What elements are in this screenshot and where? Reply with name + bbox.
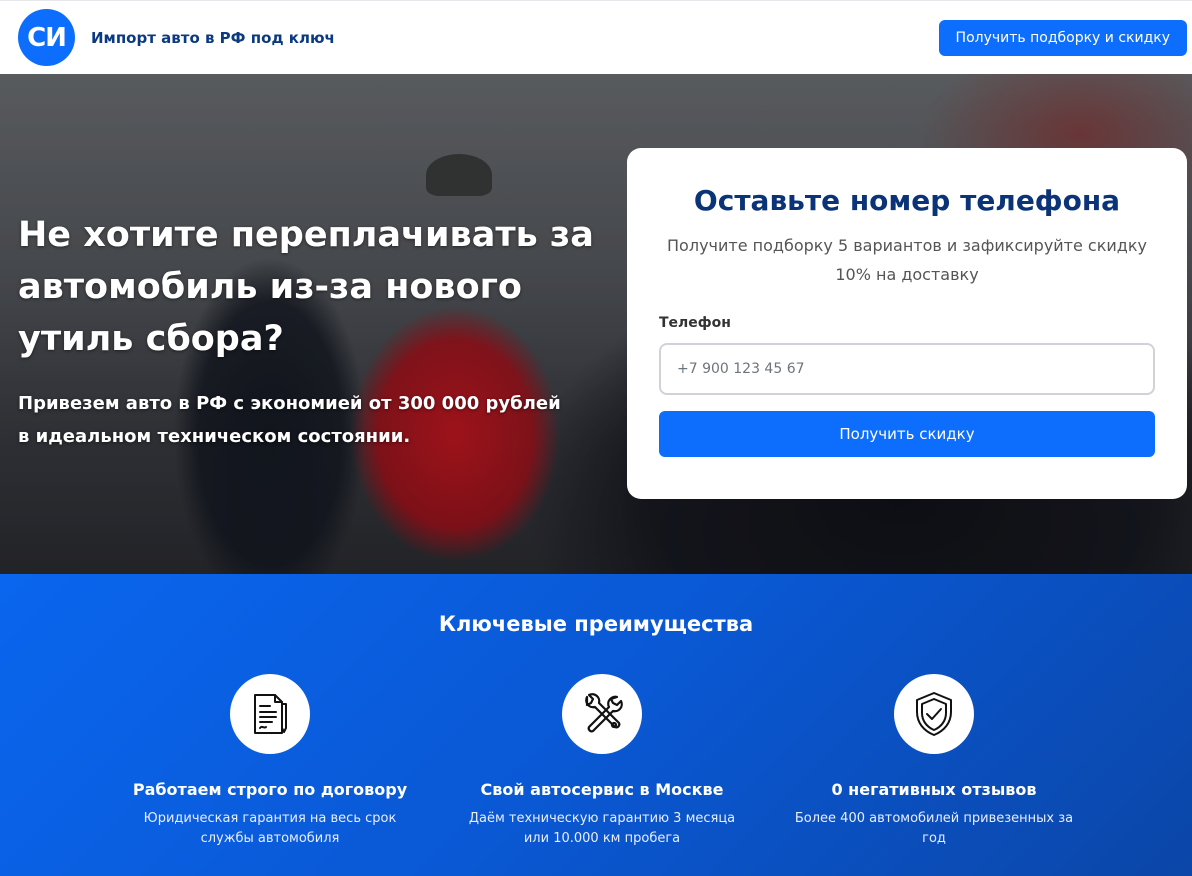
advantage-item: 0 негативных отзывов Более 400 автомобил… (784, 674, 1084, 849)
form-title: Оставьте номер телефона (693, 184, 1121, 217)
tools-icon (562, 674, 642, 754)
advantage-description: Более 400 автомобилей привезенных за год (794, 811, 1074, 846)
hero-background-photo (426, 154, 492, 196)
brand-title: Импорт авто в РФ под ключ (91, 28, 335, 47)
logo[interactable]: СИ (18, 9, 75, 66)
advantage-description: Даём техническую гарантию 3 месяца или 1… (468, 811, 736, 846)
advantages-section: Ключевые преимущества Работаем строго по… (0, 574, 1192, 876)
contract-icon (230, 674, 310, 754)
hero-title: Не хотите переплачивать за автомобиль из… (18, 215, 594, 359)
advantage-description: Юридическая гарантия на весь срок службы… (143, 811, 397, 846)
advantage-title: Работаем строго по договору (132, 780, 408, 799)
shield-check-icon (894, 674, 974, 754)
get-discount-button[interactable]: Получить скидку (659, 411, 1155, 457)
advantage-item: Работаем строго по договору Юридическая … (120, 674, 420, 849)
site-header: СИ Импорт авто в РФ под ключ Получить по… (0, 0, 1192, 74)
get-selection-button[interactable]: Получить подборку и скидку (938, 19, 1187, 56)
form-subtitle: Получите подборку 5 вариантов и зафиксир… (667, 236, 1147, 284)
brand[interactable]: СИ Импорт авто в РФ под ключ (18, 9, 335, 66)
advantage-title: Свой автосервис в Москве (480, 780, 724, 799)
advantage-item: Свой автосервис в Москве Даём техническу… (452, 674, 752, 849)
advantage-title: 0 негативных отзывов (831, 780, 1037, 799)
phone-input[interactable] (659, 343, 1155, 395)
hero-subtitle: Привезем авто в РФ с экономией от 300 00… (18, 393, 561, 447)
lead-form-card: Оставьте номер телефона Получите подборк… (627, 148, 1187, 499)
phone-label: Телефон (659, 315, 731, 331)
hero-content: Не хотите переплачивать за автомобиль из… (18, 209, 598, 453)
advantages-title: Ключевые преимущества (438, 612, 754, 636)
